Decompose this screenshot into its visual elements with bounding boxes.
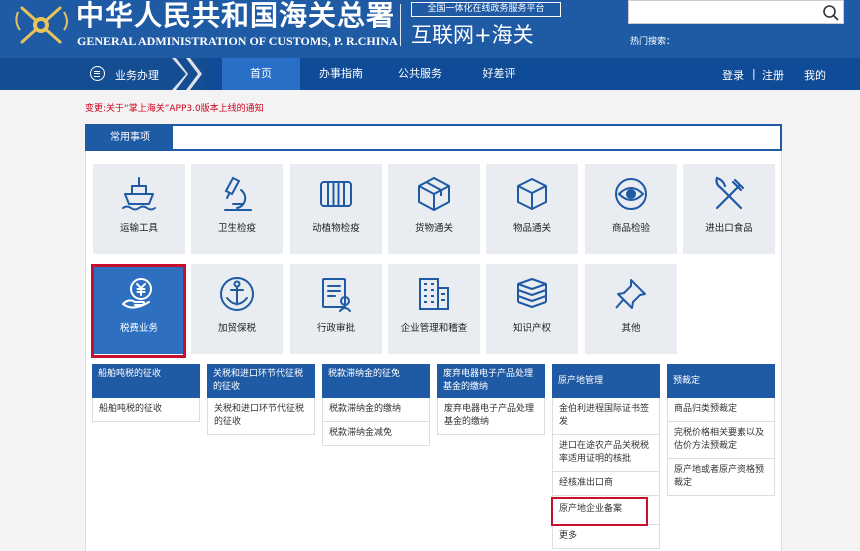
nav-arrow-decoration (172, 58, 202, 90)
tile-tax-business[interactable]: 税费业务 (93, 264, 185, 354)
fork-knife-icon (715, 176, 745, 210)
subcol-link[interactable]: 税款滞纳金的缴纳 (322, 398, 430, 422)
site-header: 中华人民共和国海关总署 GENERAL ADMINISTRATION OF CU… (0, 0, 860, 58)
tile-label: 税费业务 (119, 323, 158, 334)
tile-label: 物品通关 (512, 223, 551, 234)
nav-tab-review[interactable]: 好差评 (464, 58, 534, 90)
tile-transport[interactable]: 运输工具 (93, 164, 185, 254)
barrel-icon (320, 181, 352, 207)
tile-commodity-inspection[interactable]: 商品检验 (585, 164, 677, 254)
tile-label: 进出口食品 (705, 223, 753, 234)
subcol-title: 原产地管理 (552, 364, 660, 398)
platform-tag: 全国一体化在线政务服务平台 (411, 2, 561, 17)
platform-name: 互联网+海关 (411, 23, 534, 47)
tile-health-quarantine[interactable]: 卫生检疫 (191, 164, 283, 254)
subcol-link-origin-enterprise-filing[interactable]: 原产地企业备案 (552, 496, 660, 525)
subcol-title: 废弃电器电子产品处理基金的缴纳 (437, 364, 545, 398)
header-divider (400, 4, 401, 46)
tile-intellectual-property[interactable]: 知识产权 (486, 264, 578, 354)
tile-animal-plant-quarantine[interactable]: 动植物检疫 (290, 164, 382, 254)
tile-label: 知识产权 (512, 323, 551, 334)
tile-label: 行政审批 (316, 323, 355, 334)
nav-tab-guide[interactable]: 办事指南 (304, 58, 378, 90)
tile-label: 卫生检疫 (217, 223, 256, 234)
tile-label: 动植物检疫 (312, 223, 360, 234)
search-icon[interactable] (821, 3, 841, 23)
tile-label: 加贸保税 (217, 323, 256, 334)
subcol-link[interactable]: 关税和进口环节代征税的征收 (207, 398, 315, 435)
subcol-tonnage-tax: 船舶吨税的征收 船舶吨税的征收 (92, 364, 200, 422)
tile-import-export-food[interactable]: 进出口食品 (683, 164, 775, 254)
common-items-header: 常用事项 (85, 124, 782, 151)
my-account-link[interactable]: 我的 (804, 67, 826, 83)
stacked-books-icon (517, 278, 547, 308)
tile-administrative-approval[interactable]: 行政审批 (290, 264, 382, 354)
site-title-en: GENERAL ADMINISTRATION OF CUSTOMS, P. R.… (77, 34, 398, 48)
subcol-title: 关税和进口环节代征税的征收 (207, 364, 315, 398)
tile-label: 运输工具 (119, 223, 158, 234)
tile-label: 其他 (621, 323, 641, 334)
tile-label: 企业管理和稽查 (400, 323, 468, 334)
main-nav: 业务办理 首页 办事指南 公共服务 好差评 登录 | 注册 我的 (0, 58, 860, 90)
register-link[interactable]: 注册 (762, 67, 784, 83)
hot-search-label: 热门搜索： (630, 37, 676, 47)
subcol-tariff-collection: 关税和进口环节代征税的征收 关税和进口环节代征税的征收 (207, 364, 315, 435)
subcol-link[interactable]: 完税价格相关要素以及估价方法预裁定 (667, 422, 775, 459)
tile-enterprise-audit[interactable]: 企业管理和稽查 (388, 264, 480, 354)
subcol-link[interactable]: 经核准出口商 (552, 472, 660, 496)
approval-doc-icon (322, 278, 351, 312)
site-title-cn: 中华人民共和国海关总署 (76, 0, 396, 32)
subcol-advance-ruling: 预裁定 商品归类预裁定 完税价格相关要素以及估价方法预裁定 原产地或者原产资格预… (667, 364, 775, 496)
subcol-weee-fund: 废弃电器电子产品处理基金的缴纳 废弃电器电子产品处理基金的缴纳 (437, 364, 545, 435)
notice-link[interactable]: 变更:关于“掌上海关”APP3.0版本上线的通知 (85, 101, 264, 114)
ship-icon (122, 177, 156, 211)
tile-article-clearance[interactable]: 物品通关 (486, 164, 578, 254)
subcol-title: 船舶吨税的征收 (92, 364, 200, 398)
cargo-box-icon (418, 177, 450, 211)
building-icon (419, 278, 449, 310)
nav-separator: | (752, 67, 756, 80)
search-input[interactable] (629, 1, 819, 23)
menu-icon (90, 66, 105, 81)
nav-tab-home[interactable]: 首页 (222, 58, 300, 90)
tile-other[interactable]: 其他 (585, 264, 677, 354)
tile-label: 货物通关 (414, 223, 453, 234)
microscope-icon (224, 176, 252, 211)
tile-cargo-clearance[interactable]: 货物通关 (388, 164, 480, 254)
subcol-title: 预裁定 (667, 364, 775, 398)
subcol-link[interactable]: 船舶吨税的征收 (92, 398, 200, 422)
subcol-link[interactable]: 商品归类预裁定 (667, 398, 775, 422)
subcol-link[interactable]: 废弃电器电子产品处理基金的缴纳 (437, 398, 545, 435)
subcol-link[interactable]: 原产地或者原产资格预裁定 (667, 459, 775, 496)
search-box (628, 0, 844, 24)
eye-icon (615, 178, 647, 210)
hand-yuan-icon (122, 278, 152, 309)
tile-processing-trade-bonded[interactable]: 加贸保税 (191, 264, 283, 354)
subcol-link-more[interactable]: 更多 (552, 525, 660, 549)
subcol-link[interactable]: 税款滞纳金减免 (322, 422, 430, 446)
nav-tab-public-service[interactable]: 公共服务 (382, 58, 458, 90)
common-items-label: 常用事项 (87, 126, 173, 149)
subcol-link[interactable]: 进口在途农产品关税税率适用证明的核批 (552, 435, 660, 472)
anchor-icon (220, 277, 254, 311)
login-link[interactable]: 登录 (722, 67, 744, 83)
tile-label: 商品检验 (611, 223, 650, 234)
subcol-origin-management: 原产地管理 金伯利进程国际证书签发 进口在途农产品关税税率适用证明的核批 经核准… (552, 364, 660, 549)
package-cube-icon (517, 178, 547, 210)
subcol-title: 税款滞纳金的征免 (322, 364, 430, 398)
business-menu-label: 业务办理 (115, 69, 159, 82)
customs-emblem-icon (15, 6, 68, 44)
subcol-late-fee: 税款滞纳金的征免 税款滞纳金的缴纳 税款滞纳金减免 (322, 364, 430, 446)
pin-icon (615, 279, 646, 309)
subcol-link[interactable]: 金伯利进程国际证书签发 (552, 398, 660, 435)
